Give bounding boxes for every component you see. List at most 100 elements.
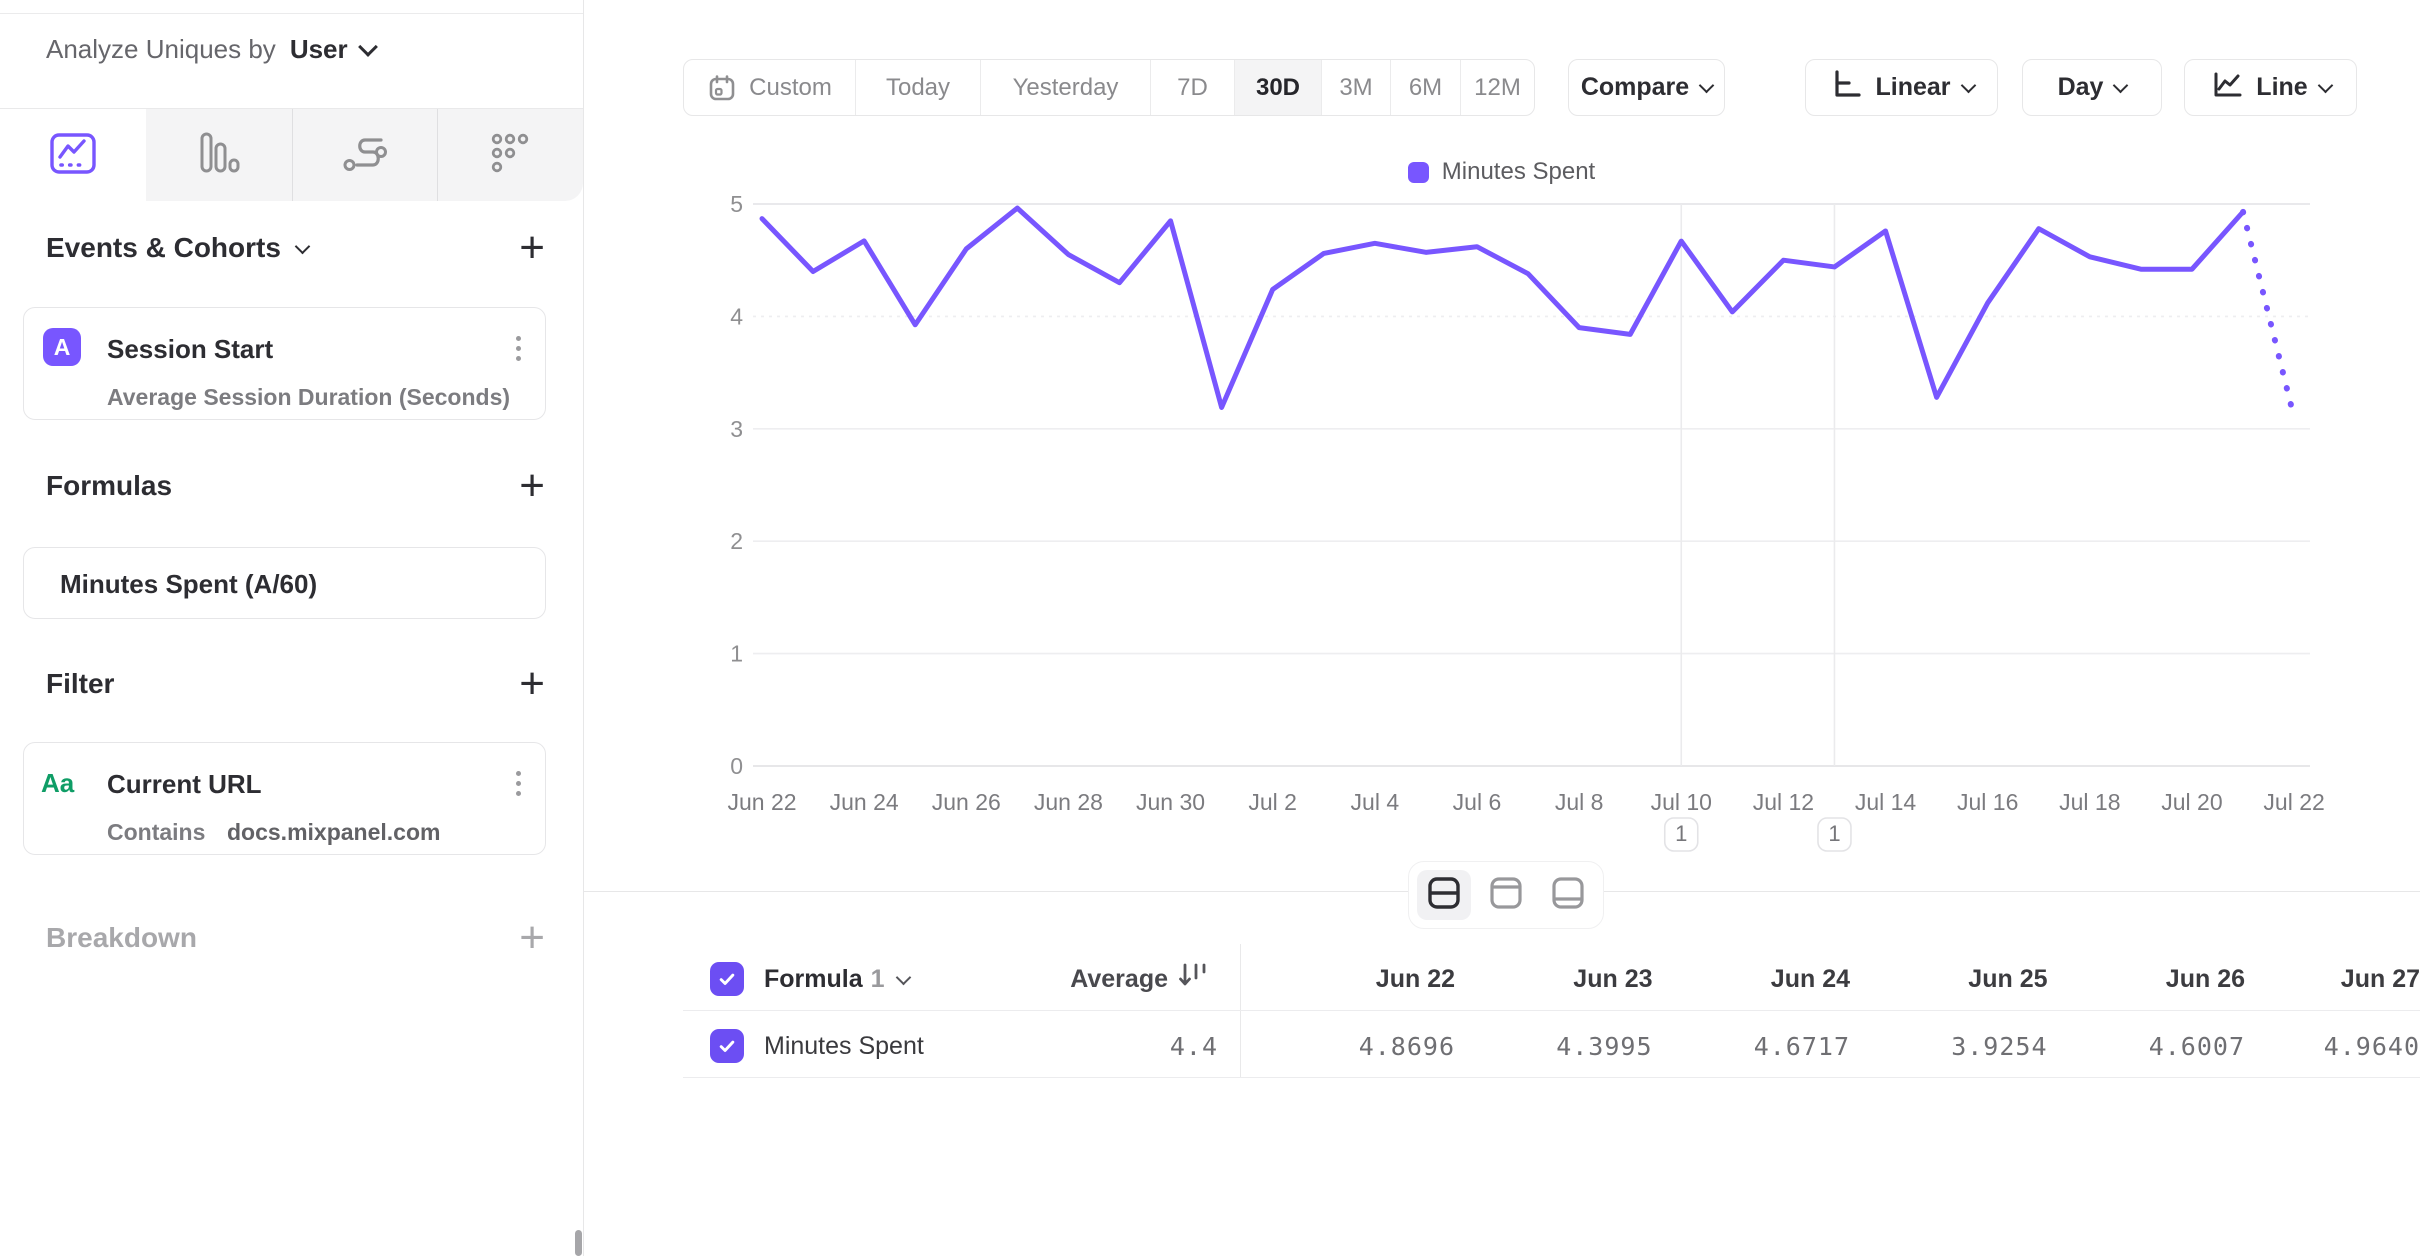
add-breakdown-button[interactable]: + [519, 923, 545, 953]
flow-icon [338, 127, 390, 184]
date-range-30d[interactable]: 30D [1235, 60, 1322, 115]
x-tick-label: Jul 16 [1957, 789, 2018, 815]
x-tick-label: Jun 26 [932, 789, 1001, 815]
tab-bar-report[interactable] [146, 109, 292, 201]
cell-value: 4.6717 [1653, 1015, 1850, 1077]
column-header-jun-26[interactable]: Jun 26 [2048, 948, 2245, 1010]
date-range-yesterday[interactable]: Yesterday [981, 60, 1151, 115]
add-event-button[interactable]: + [519, 233, 545, 263]
x-tick-label: Jul 20 [2161, 789, 2222, 815]
filter-card-title: Current URL [107, 769, 262, 800]
x-tick-label: Jun 24 [830, 789, 899, 815]
tab-insights[interactable] [0, 109, 146, 201]
add-formula-button[interactable]: + [519, 471, 545, 501]
chart-type-button[interactable]: Line [2184, 59, 2357, 116]
y-tick-label: 5 [730, 191, 743, 217]
granularity-label: Day [2058, 73, 2104, 102]
x-tick-label: Jul 18 [2059, 789, 2120, 815]
analyze-value-dropdown[interactable]: User [290, 34, 375, 65]
table-row-border [683, 1077, 2420, 1078]
cell-number: 4.9640 [2324, 1032, 2420, 1061]
event-card-session-start[interactable]: A Session Start Average Session Duration… [23, 307, 546, 420]
row-checkbox[interactable] [710, 1029, 744, 1063]
events-section-header: Events & Cohorts + [46, 232, 545, 264]
tab-flow-report[interactable] [292, 109, 438, 201]
filter-card-menu-icon[interactable] [512, 767, 525, 800]
date-range-segmented-control: CustomTodayYesterday7D 30D 3M 6M 12M [683, 59, 1535, 116]
table-view-toggle[interactable] [1541, 870, 1595, 920]
cell-number: 4.3995 [1556, 1032, 1652, 1061]
x-tick-label: Jul 14 [1855, 789, 1917, 815]
series-line-dotted-tail [2243, 212, 2294, 418]
granularity-button[interactable]: Day [2022, 59, 2162, 116]
table-row: Minutes Spent [710, 1015, 924, 1077]
x-tick-label: Jul 4 [1351, 789, 1400, 815]
filter-operator[interactable]: Contains [107, 819, 205, 846]
x-tick-label: Jul 22 [2263, 789, 2324, 815]
date-range-label: 30D [1256, 74, 1300, 102]
y-tick-label: 3 [730, 416, 743, 442]
chevron-down-icon [358, 37, 378, 57]
sort-descending-icon [1176, 960, 1210, 999]
event-card-menu-icon[interactable] [512, 332, 525, 365]
compare-button[interactable]: Compare [1568, 59, 1725, 116]
filter-value[interactable]: docs.mixpanel.com [227, 819, 440, 846]
x-tick-label: Jun 30 [1136, 789, 1205, 815]
column-header-jun-24[interactable]: Jun 24 [1653, 948, 1850, 1010]
date-range-7d[interactable]: 7D [1151, 60, 1235, 115]
column-header-jun-27[interactable]: Jun 27 [2223, 948, 2420, 1010]
chevron-down-icon [1699, 78, 1715, 94]
formula-group-index: 1 [871, 965, 885, 994]
column-header-jun-22[interactable]: Jun 22 [1258, 948, 1455, 1010]
breakdown-section-header: Breakdown + [46, 922, 545, 954]
row-series-label: Minutes Spent [764, 1032, 924, 1061]
results-table: Formula 1 Average Jun 22 4.8696Jun 23 4.39… [583, 930, 2420, 1090]
chevron-down-icon [2113, 78, 2129, 94]
string-property-icon: Aa [41, 768, 74, 799]
cell-value: 4.6007 [2048, 1015, 2245, 1077]
average-label: Average [1070, 965, 1168, 994]
formula-card[interactable]: Minutes Spent (A/60) [23, 547, 546, 619]
tab-retention-report[interactable] [437, 109, 583, 201]
analyze-value: User [290, 34, 348, 65]
cell-number: 4.8696 [1359, 1032, 1455, 1061]
layout-toggle-group [1408, 861, 1604, 929]
split-view-toggle[interactable] [1417, 870, 1471, 920]
cell-value: 4.8696 [1258, 1015, 1455, 1077]
average-column-header[interactable]: Average [1000, 948, 1210, 1010]
date-range-label: 12M [1474, 74, 1521, 102]
select-all-checkbox[interactable] [710, 962, 744, 996]
y-tick-label: 4 [730, 303, 743, 329]
query-builder-sidebar: Analyze Uniques by User [0, 0, 584, 1256]
date-range-6m[interactable]: 6M [1391, 60, 1461, 115]
filter-card-current-url[interactable]: Aa Current URL Contains docs.mixpanel.co… [23, 742, 546, 855]
add-filter-button[interactable]: + [519, 669, 545, 699]
formula-group-dropdown[interactable]: Formula 1 [764, 965, 909, 994]
x-tick-label: Jul 6 [1453, 789, 1502, 815]
table-header-border [683, 1010, 2420, 1011]
scale-button[interactable]: Linear [1805, 59, 1998, 116]
date-range-12m[interactable]: 12M [1461, 60, 1534, 115]
formula-card-title: Minutes Spent (A/60) [60, 569, 317, 600]
sidebar-top-border [0, 13, 583, 14]
event-card-aggregation[interactable]: Average Session Duration (Seconds) [107, 384, 510, 411]
cell-number: 3.9254 [1951, 1032, 2047, 1061]
top-panel-icon [1487, 874, 1525, 917]
linear-axis-icon [1829, 67, 1863, 108]
table-header-left: Formula 1 [710, 948, 909, 1010]
cell-number: 4.6717 [1754, 1032, 1850, 1061]
filter-section-header: Filter + [46, 668, 545, 700]
scrollbar-thumb[interactable] [575, 1230, 582, 1256]
analyze-label: Analyze Uniques by [46, 34, 276, 65]
column-header-jun-23[interactable]: Jun 23 [1456, 948, 1653, 1010]
date-range-3m[interactable]: 3M [1322, 60, 1391, 115]
column-header-jun-25[interactable]: Jun 25 [1851, 948, 2048, 1010]
event-card-title: Session Start [107, 334, 273, 365]
chart-view-toggle[interactable] [1479, 870, 1533, 920]
date-range-today[interactable]: Today [856, 60, 981, 115]
date-range-custom[interactable]: Custom [684, 60, 856, 115]
filter-section-title: Filter [46, 668, 114, 700]
date-range-label: 6M [1409, 74, 1442, 102]
bottom-panel-icon [1549, 874, 1587, 917]
row-average-cell: 4.4 [1000, 1015, 1218, 1077]
